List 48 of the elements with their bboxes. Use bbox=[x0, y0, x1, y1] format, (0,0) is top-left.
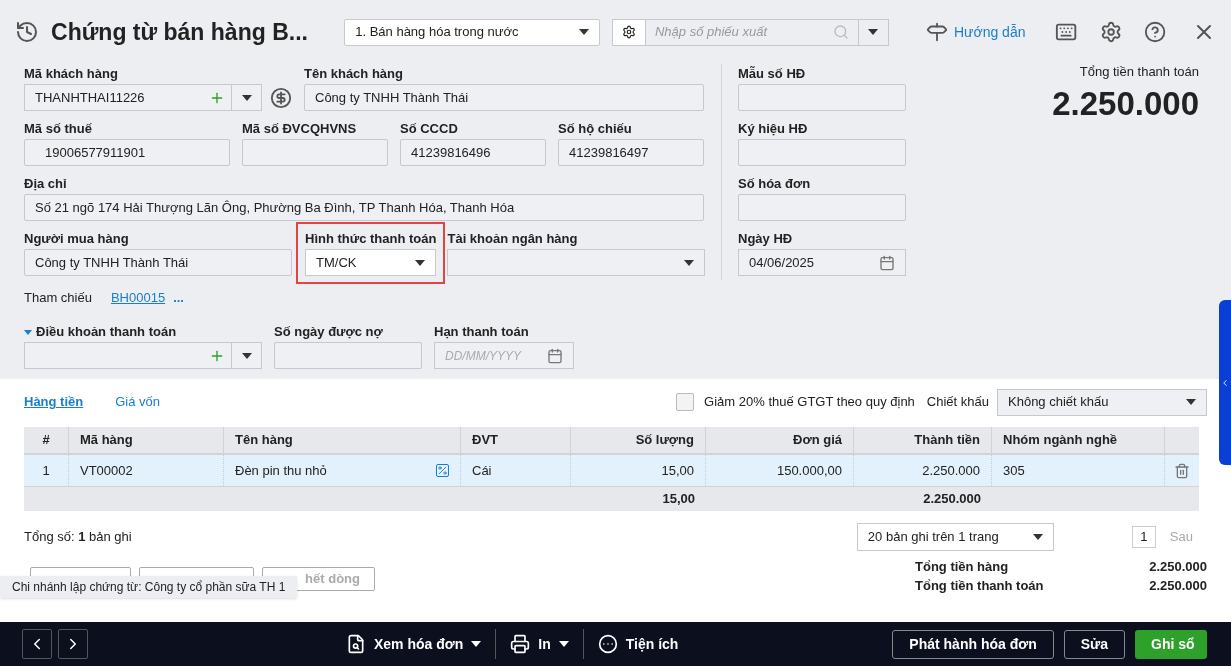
field-value: THANHTHAI11226 bbox=[34, 88, 146, 107]
field-label: Ngày HĐ bbox=[738, 230, 794, 248]
record-count: Tổng số: 1 bản ghi bbox=[24, 528, 132, 547]
summary-value: 2.250.000 bbox=[1149, 576, 1207, 595]
total-cell-text: 2.250.000 bbox=[923, 490, 981, 509]
total-label: Tổng tiền thanh toán bbox=[1079, 63, 1199, 81]
field-label: Số ngày được nợ bbox=[274, 323, 384, 341]
column-header: Mã hàng bbox=[69, 427, 224, 453]
field-label: Số hộ chiếu bbox=[558, 120, 633, 138]
checkbox-label: Giảm 20% thuế GTGT theo quy định bbox=[704, 393, 915, 412]
column-header: Nhóm ngành nghề bbox=[992, 427, 1165, 453]
summary-label: Tổng tiền thanh toán bbox=[915, 576, 1044, 595]
field-label: Hình thức thanh toán bbox=[305, 230, 437, 248]
total-amount: 2.250.000 bbox=[1052, 83, 1199, 124]
column-header: Thành tiền bbox=[854, 427, 992, 453]
column-header: Số lượng bbox=[571, 427, 706, 453]
column-header: ĐVT bbox=[461, 427, 571, 453]
field-label: Tên khách hàng bbox=[304, 65, 404, 83]
reference-label: Tham chiếu bbox=[24, 289, 92, 308]
summary-label: Tổng tiền hàng bbox=[915, 557, 1009, 576]
table-cell-text: 1 bbox=[42, 461, 50, 480]
field-label: Mẫu số HĐ bbox=[738, 65, 807, 83]
field-label: Số hóa đơn bbox=[738, 175, 812, 193]
table-cell-text: Đèn pin thu nhỏ bbox=[235, 461, 327, 480]
table-cell-text: VT00002 bbox=[80, 461, 133, 480]
field-label: Địa chỉ bbox=[24, 175, 68, 193]
field-label: Số CCCD bbox=[400, 120, 459, 138]
table-cell-text: 305 bbox=[1003, 461, 1025, 480]
column-header: Tên hàng bbox=[224, 427, 461, 453]
field-label: Mã khách hàng bbox=[24, 65, 119, 83]
field-label: Hạn thanh toán bbox=[434, 323, 530, 341]
window-title: Chứng từ bán hàng B... bbox=[51, 17, 309, 47]
summary-value: 2.250.000 bbox=[1149, 557, 1207, 576]
column-header: Đơn giá bbox=[706, 427, 854, 453]
total-cell-text: 15,00 bbox=[662, 490, 695, 509]
table-cell-text: 150.000,00 bbox=[776, 461, 842, 480]
table-cell-text: 15,00 bbox=[661, 461, 694, 480]
table-cell-text: Cái bbox=[472, 461, 492, 480]
column-header: # bbox=[24, 427, 69, 453]
field-label: Mã số ĐVCQHVNS bbox=[242, 120, 358, 138]
field-label: Người mua hàng bbox=[24, 230, 130, 248]
field-label: Ký hiệu HĐ bbox=[738, 120, 809, 138]
discount-label: Chiết khấu bbox=[926, 393, 989, 412]
table-cell-text: 2.250.000 bbox=[922, 461, 980, 480]
branch-tooltip: Chi nhánh lập chứng từ: Công ty cổ phần sữa TH 1 bbox=[0, 576, 298, 598]
field-label: Tài khoản ngân hàng bbox=[447, 230, 579, 248]
field-label: Mã số thuế bbox=[24, 120, 93, 138]
field-label: Điều khoản thanh toán bbox=[36, 323, 177, 341]
